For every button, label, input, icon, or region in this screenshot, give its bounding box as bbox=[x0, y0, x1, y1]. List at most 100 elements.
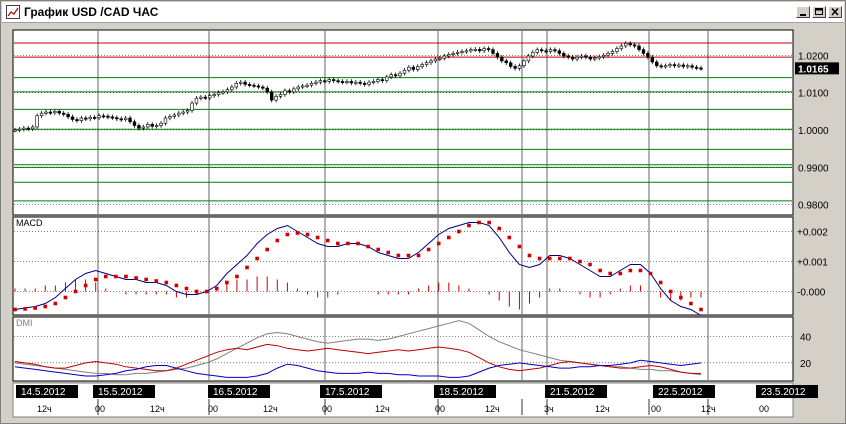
signal-dot bbox=[446, 235, 451, 240]
date-text: 18.5.2012 bbox=[439, 387, 484, 398]
hour-label: 12ч bbox=[37, 404, 52, 414]
signal-dot bbox=[83, 283, 88, 288]
hour-label: 00 bbox=[322, 404, 332, 414]
date-text: 15.5.2012 bbox=[98, 387, 143, 398]
signal-dot bbox=[527, 253, 532, 258]
macd-axis: +0.002 +0.001 -0.000 bbox=[797, 228, 828, 299]
chart-window: График USD /CAD ЧАС 1.0200 1.0100 1.0000… bbox=[0, 0, 846, 424]
signal-dot bbox=[346, 241, 350, 246]
date-label: 17.5.2012 bbox=[320, 385, 382, 398]
signal-dot bbox=[214, 286, 219, 291]
signal-dot bbox=[13, 307, 17, 312]
window-title: График USD /CAD ЧАС bbox=[24, 5, 159, 19]
date-text: 21.5.2012 bbox=[550, 387, 595, 398]
signal-dot bbox=[184, 286, 189, 291]
close-button[interactable] bbox=[828, 6, 842, 18]
signal-dot bbox=[628, 268, 633, 273]
date-text: 23.5.2012 bbox=[761, 387, 806, 398]
candle bbox=[35, 113, 39, 130]
dmi-tick-label: 40 bbox=[800, 332, 812, 343]
hour-label: 00 bbox=[95, 404, 105, 414]
signal-dot bbox=[668, 289, 673, 294]
signal-dot bbox=[124, 274, 128, 279]
minimize-button[interactable] bbox=[796, 6, 810, 18]
macd-panel[interactable] bbox=[12, 216, 794, 316]
hour-label: 12ч bbox=[263, 404, 278, 414]
signal-dot bbox=[699, 307, 703, 312]
macd-tick-label: +0.001 bbox=[797, 258, 828, 269]
signal-dot bbox=[477, 220, 481, 225]
signal-dot bbox=[376, 247, 380, 252]
hour-label: 00 bbox=[759, 404, 769, 414]
price-tick-label: 1.0200 bbox=[798, 51, 829, 62]
signal-dot bbox=[144, 277, 148, 282]
signal-dot bbox=[154, 279, 159, 283]
signal-dot bbox=[648, 271, 653, 276]
signal-dot bbox=[457, 229, 461, 234]
signal-dot bbox=[43, 304, 48, 309]
macd-panel-label: MACD bbox=[16, 218, 43, 228]
signal-dot bbox=[557, 256, 562, 261]
signal-dot bbox=[336, 241, 340, 246]
signal-dot bbox=[134, 276, 138, 280]
signal-dot bbox=[204, 289, 209, 294]
close-icon bbox=[831, 7, 839, 16]
signal-dot bbox=[406, 253, 411, 258]
signal-dot bbox=[265, 247, 270, 252]
signal-dot bbox=[235, 274, 239, 279]
signal-dot bbox=[315, 235, 320, 240]
macd-tick-label: -0.000 bbox=[797, 288, 826, 299]
hour-label: 3ч bbox=[544, 404, 554, 414]
current-price-marker: 1.0165 bbox=[795, 62, 839, 75]
signal-dot bbox=[305, 232, 310, 237]
signal-dot bbox=[23, 307, 27, 311]
signal-dot bbox=[225, 280, 229, 285]
price-tick-label: 1.0100 bbox=[798, 89, 829, 100]
date-text: 17.5.2012 bbox=[325, 387, 370, 398]
date-label: 16.5.2012 bbox=[208, 385, 270, 398]
signal-dot bbox=[658, 280, 663, 285]
chart-area[interactable]: 1.0200 1.0100 1.0000 0.9900 0.9800 1.016… bbox=[1, 23, 845, 423]
date-text: 14.5.2012 bbox=[21, 387, 66, 398]
dmi-panel-label: DMI bbox=[16, 318, 33, 328]
signal-dot bbox=[517, 244, 522, 249]
date-text: 16.5.2012 bbox=[213, 387, 258, 398]
signal-dot bbox=[255, 256, 259, 261]
date-label: 22.5.2012 bbox=[653, 385, 715, 398]
signal-dot bbox=[63, 295, 68, 300]
hour-label: 12ч bbox=[375, 404, 390, 414]
chart-app-icon bbox=[6, 5, 20, 19]
hour-label: 00 bbox=[208, 404, 218, 414]
date-label: 18.5.2012 bbox=[434, 385, 496, 398]
signal-dot bbox=[467, 223, 471, 228]
signal-dot bbox=[416, 253, 421, 258]
signal-dot bbox=[487, 220, 491, 225]
macd-tick-label: +0.002 bbox=[797, 228, 828, 239]
signal-dot bbox=[618, 271, 623, 276]
signal-dot bbox=[295, 231, 300, 235]
hour-label: 00 bbox=[435, 404, 445, 414]
price-tick-label: 1.0000 bbox=[798, 126, 829, 137]
signal-dot bbox=[426, 247, 431, 252]
current-price-label: 1.0165 bbox=[798, 64, 829, 75]
date-label: 14.5.2012 bbox=[16, 385, 78, 398]
minimize-icon bbox=[800, 14, 806, 16]
dmi-axis: 40 20 bbox=[800, 332, 812, 369]
signal-dot bbox=[608, 271, 613, 276]
maximize-button[interactable] bbox=[812, 6, 826, 18]
signal-dot bbox=[73, 289, 78, 294]
title-bar[interactable]: График USD /CAD ЧАС bbox=[2, 2, 844, 23]
hour-label: 12ч bbox=[595, 404, 610, 414]
signal-dot bbox=[679, 295, 683, 300]
signal-dot bbox=[194, 289, 199, 294]
signal-dot bbox=[547, 256, 552, 261]
date-label: 21.5.2012 bbox=[545, 385, 607, 398]
signal-dot bbox=[436, 241, 441, 246]
signal-dot bbox=[497, 226, 502, 231]
signal-dot bbox=[638, 268, 643, 273]
signal-dot bbox=[53, 301, 58, 306]
signal-dot bbox=[245, 265, 249, 270]
signal-dot bbox=[174, 283, 179, 288]
signal-dot bbox=[33, 306, 37, 310]
signal-dot bbox=[578, 259, 582, 264]
